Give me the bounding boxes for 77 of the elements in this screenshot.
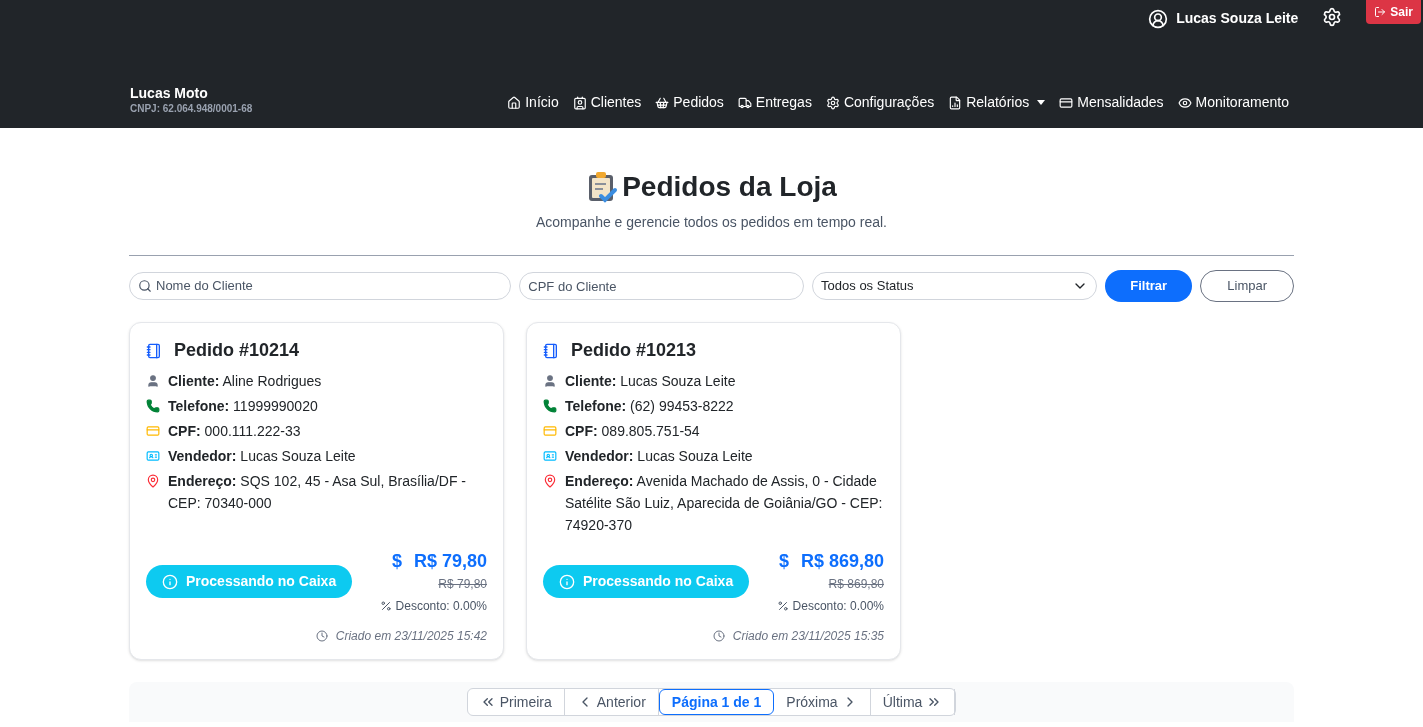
order-field: Cliente: Lucas Souza Leite: [565, 370, 736, 392]
badge-icon: [146, 449, 160, 463]
gear-icon: [825, 95, 840, 110]
house-icon: [507, 95, 522, 110]
logout-icon: [1374, 6, 1387, 18]
page-button[interactable]: Próxima: [774, 689, 871, 715]
settings-icon[interactable]: [1322, 7, 1343, 27]
notebook-icon: [543, 342, 559, 359]
info-icon: [559, 573, 575, 590]
basket-icon: [655, 95, 670, 110]
created-date: Criado em 23/11/2025 15:42: [335, 628, 487, 645]
card-icon: [1059, 95, 1074, 110]
badge-icon: [543, 449, 557, 463]
phone-icon: [146, 399, 160, 413]
user-name[interactable]: Lucas Souza Leite: [1176, 8, 1299, 29]
nav-link[interactable]: Entregas: [737, 92, 812, 113]
status-badge: Processando no Caixa: [543, 565, 750, 598]
order-title: Pedido #10213: [571, 339, 697, 362]
report-icon: [948, 95, 963, 110]
discount-text: Desconto: 0.00%: [792, 598, 884, 615]
cpf-field[interactable]: CPF do Cliente: [519, 272, 805, 300]
clock-icon: [315, 630, 328, 642]
page-subtitle: Acompanhe e gerencie todos os pedidos em tempo real.: [535, 213, 888, 232]
nav-link[interactable]: Pedidos: [655, 92, 724, 113]
clipboard-icon: [586, 171, 619, 203]
order-field: Telefone: (62) 99453-8222: [565, 395, 734, 417]
user-icon: [1148, 8, 1169, 29]
clock-icon: [712, 630, 725, 642]
info-icon: [162, 573, 178, 590]
order-field: CPF: 089.805.751-54: [565, 420, 700, 442]
order-field: Endereço: SQS 102, 45 - Asa Sul, Brasília/DF - CEP: 70340-000: [168, 470, 487, 514]
search-icon: [138, 279, 152, 293]
page-button[interactable]: Última: [870, 689, 956, 715]
truck-icon: [737, 95, 752, 110]
nav-link[interactable]: Mensalidades: [1059, 92, 1164, 113]
order-title: Pedido #10214: [174, 339, 300, 362]
old-price: R$ 869,80: [828, 576, 884, 593]
percent-icon: [379, 600, 392, 612]
logout-button[interactable]: Sair: [1366, 0, 1421, 24]
person-icon: [146, 374, 160, 388]
cnpj-text: CNPJ: 62.064.948/0001-68: [130, 102, 253, 116]
map-pin-icon: [543, 474, 557, 488]
nav-link[interactable]: Configurações: [825, 92, 935, 113]
order-field: Vendedor: Lucas Souza Leite: [565, 445, 753, 467]
nav-link[interactable]: Relatórios: [948, 92, 1046, 113]
order-field: CPF: 000.111.222-33: [168, 420, 301, 442]
page-button[interactable]: Página 1 de 1: [658, 689, 775, 715]
notebook-icon: [146, 342, 162, 359]
card-icon: [146, 424, 160, 438]
page-button[interactable]: Anterior: [564, 689, 659, 715]
percent-icon: [776, 600, 789, 612]
order-field: Telefone: 11999990020: [168, 395, 318, 417]
nav-link[interactable]: Clientes: [572, 92, 642, 113]
eye-icon: [1177, 95, 1192, 110]
nav-link[interactable]: Início: [507, 92, 559, 113]
created-date: Criado em 23/11/2025 15:35: [732, 628, 884, 645]
filter-button[interactable]: Filtrar: [1104, 270, 1193, 302]
page-title: Pedidos da Loja: [622, 170, 837, 204]
order-price: R$ 869,80: [800, 550, 884, 573]
dollar-sign: $: [778, 550, 789, 573]
discount-text: Desconto: 0.00%: [395, 598, 487, 615]
order-field: Vendedor: Lucas Souza Leite: [168, 445, 356, 467]
phone-icon: [543, 399, 557, 413]
users-icon: [572, 95, 587, 110]
old-price: R$ 79,80: [438, 576, 487, 593]
order-price: R$ 79,80: [413, 550, 487, 573]
person-icon: [543, 374, 557, 388]
page-button[interactable]: Primeira: [467, 689, 565, 715]
name-input[interactable]: Nome do Cliente: [156, 276, 503, 296]
nav-link[interactable]: Monitoramento: [1177, 92, 1289, 113]
map-pin-icon: [146, 474, 160, 488]
order-field: Endereço: Avenida Machado de Assis, 0 - Cidade Satélite São Luiz, Aparecida de Goiânia/GO - CEP: 74920-370: [565, 470, 884, 536]
card-icon: [543, 424, 557, 438]
dollar-sign: $: [391, 550, 402, 573]
brand-name[interactable]: Lucas Moto: [130, 85, 253, 101]
status-badge: Processando no Caixa: [146, 565, 353, 598]
order-field: Cliente: Aline Rodrigues: [168, 370, 322, 392]
